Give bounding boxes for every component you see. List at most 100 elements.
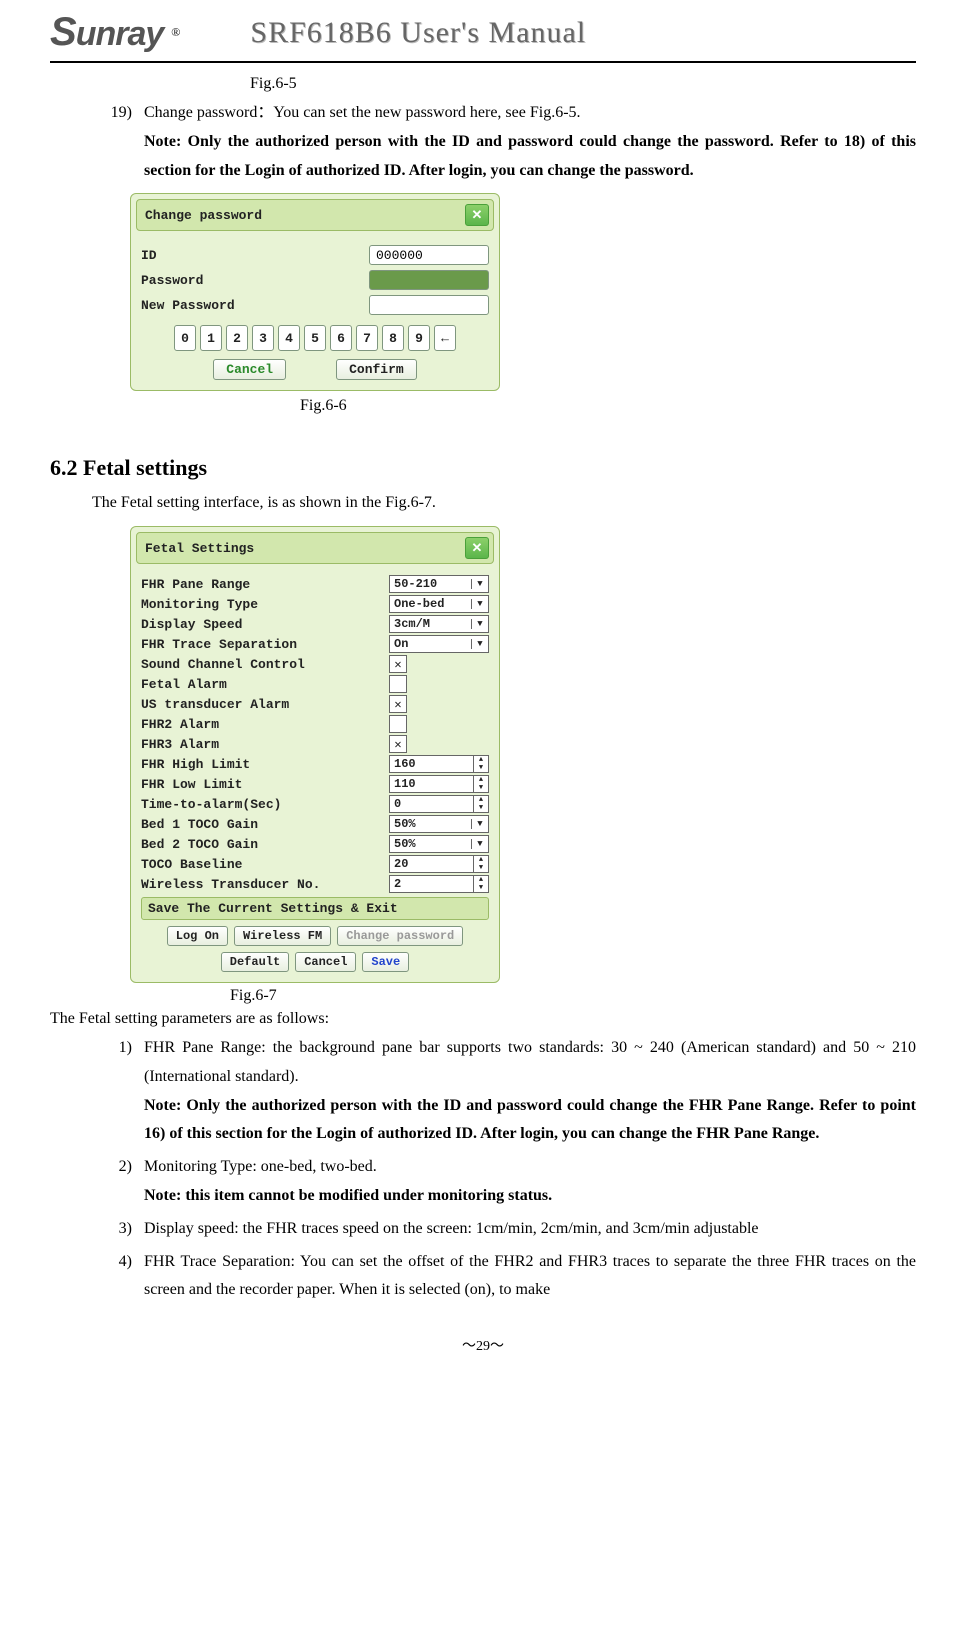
default-button[interactable]: Default — [221, 952, 289, 972]
fetal-spinner[interactable]: 2▲▼ — [389, 875, 489, 893]
param-3: 3) Display speed: the FHR traces speed o… — [92, 1215, 916, 1244]
param-2-note: Note: this item cannot be modified under… — [144, 1182, 916, 1211]
param-2: 2) Monitoring Type: one-bed, two-bed. No… — [92, 1153, 916, 1211]
fetal-label: Sound Channel Control — [141, 657, 389, 672]
fetal-label: US transducer Alarm — [141, 697, 389, 712]
password-input[interactable] — [369, 270, 489, 290]
param-4: 4) FHR Trace Separation: You can set the… — [92, 1248, 916, 1306]
fetal-checkbox[interactable]: ✕ — [389, 655, 407, 673]
fetal-row-14: TOCO Baseline20▲▼ — [141, 855, 489, 873]
key-6[interactable]: 6 — [330, 325, 352, 351]
fetal-label: FHR3 Alarm — [141, 737, 389, 752]
fetal-label: FHR High Limit — [141, 757, 389, 772]
cancel-button[interactable]: Cancel — [213, 359, 286, 380]
list-item-19: 19) Change password：You can set the new … — [92, 99, 916, 185]
key-8[interactable]: 8 — [382, 325, 404, 351]
logo: Sunray — [50, 10, 163, 55]
fetal-select[interactable]: On▼ — [389, 635, 489, 653]
confirm-button[interactable]: Confirm — [336, 359, 417, 380]
close-icon[interactable]: ✕ — [465, 204, 489, 226]
fetal-select[interactable]: 50-210▼ — [389, 575, 489, 593]
chevron-down-icon[interactable]: ▼ — [471, 819, 488, 829]
new-password-input[interactable] — [369, 295, 489, 315]
figure-6-6-caption: Fig.6-6 — [300, 397, 916, 415]
figure-6-7-caption: Fig.6-7 — [230, 987, 916, 1005]
params-intro: The Fetal setting parameters are as foll… — [50, 1005, 916, 1034]
param-3-num: 3) — [92, 1215, 144, 1244]
item-19-note: Note: Only the authorized person with th… — [144, 128, 916, 186]
fetal-select[interactable]: One-bed▼ — [389, 595, 489, 613]
chevron-down-icon[interactable]: ▼ — [471, 619, 488, 629]
id-label: ID — [141, 248, 369, 263]
change-password-window: Change password ✕ ID Password New Passwo… — [130, 193, 500, 391]
fetal-checkbox[interactable]: ✕ — [389, 695, 407, 713]
change-password-title: Change password — [145, 208, 262, 223]
fetal-row-3: FHR Trace SeparationOn▼ — [141, 635, 489, 653]
param-3-text: Display speed: the FHR traces speed on t… — [144, 1220, 759, 1237]
figure-6-5-caption: Fig.6-5 — [250, 75, 916, 93]
fetal-label: FHR Trace Separation — [141, 637, 389, 652]
fetal-checkbox[interactable] — [389, 675, 407, 693]
param-2-num: 2) — [92, 1153, 144, 1211]
key-3[interactable]: 3 — [252, 325, 274, 351]
spinner-arrows-icon[interactable]: ▲▼ — [473, 876, 488, 892]
fetal-checkbox[interactable]: ✕ — [389, 735, 407, 753]
page-header: Sunray ® SRF618B6 User's Manual — [50, 10, 916, 63]
fetal-label: Fetal Alarm — [141, 677, 389, 692]
spinner-arrows-icon[interactable]: ▲▼ — [473, 856, 488, 872]
fetal-row-10: FHR Low Limit110▲▼ — [141, 775, 489, 793]
fetal-label: FHR2 Alarm — [141, 717, 389, 732]
spinner-arrows-icon[interactable]: ▲▼ — [473, 756, 488, 772]
cancel-button[interactable]: Cancel — [295, 952, 356, 972]
chevron-down-icon[interactable]: ▼ — [471, 839, 488, 849]
fetal-spinner[interactable]: 110▲▼ — [389, 775, 489, 793]
param-1: 1) FHR Pane Range: the background pane b… — [92, 1034, 916, 1149]
wireless-fm-button[interactable]: Wireless FM — [234, 926, 331, 946]
fetal-row-2: Display Speed3cm/M▼ — [141, 615, 489, 633]
key-9[interactable]: 9 — [408, 325, 430, 351]
key-7[interactable]: 7 — [356, 325, 378, 351]
fetal-select[interactable]: 3cm/M▼ — [389, 615, 489, 633]
fetal-row-1: Monitoring TypeOne-bed▼ — [141, 595, 489, 613]
close-icon[interactable]: ✕ — [465, 537, 489, 559]
fetal-label: Display Speed — [141, 617, 389, 632]
chevron-down-icon[interactable]: ▼ — [471, 639, 488, 649]
fetal-row-9: FHR High Limit160▲▼ — [141, 755, 489, 773]
key-2[interactable]: 2 — [226, 325, 248, 351]
key-4[interactable]: 4 — [278, 325, 300, 351]
save-exit-bar[interactable]: Save The Current Settings & Exit — [141, 897, 489, 920]
fetal-row-15: Wireless Transducer No.2▲▼ — [141, 875, 489, 893]
fetal-select[interactable]: 50%▼ — [389, 815, 489, 833]
key-0[interactable]: 0 — [174, 325, 196, 351]
fetal-spinner[interactable]: 160▲▼ — [389, 755, 489, 773]
fetal-settings-title: Fetal Settings — [145, 541, 254, 556]
id-input[interactable] — [369, 245, 489, 265]
spinner-arrows-icon[interactable]: ▲▼ — [473, 796, 488, 812]
fetal-spinner[interactable]: 0▲▼ — [389, 795, 489, 813]
key-5[interactable]: 5 — [304, 325, 326, 351]
save-button[interactable]: Save — [362, 952, 409, 972]
keypad: 0 1 2 3 4 5 6 7 8 9 ← — [141, 325, 489, 351]
param-1-num: 1) — [92, 1034, 144, 1149]
fetal-select[interactable]: 50%▼ — [389, 835, 489, 853]
fetal-row-13: Bed 2 TOCO Gain50%▼ — [141, 835, 489, 853]
fetal-settings-window: Fetal Settings ✕ FHR Pane Range50-210▼ Mo… — [130, 526, 500, 983]
key-backspace[interactable]: ← — [434, 325, 456, 351]
item-19-number: 19) — [92, 99, 144, 185]
fetal-row-4: Sound Channel Control✕ — [141, 655, 489, 673]
param-1-note: Note: Only the authorized person with th… — [144, 1092, 916, 1150]
log-on-button[interactable]: Log On — [167, 926, 228, 946]
fetal-spinner[interactable]: 20▲▼ — [389, 855, 489, 873]
fetal-row-8: FHR3 Alarm✕ — [141, 735, 489, 753]
fetal-label: Wireless Transducer No. — [141, 877, 389, 892]
item-19-text: You can set the new password here, see F… — [273, 104, 580, 121]
fetal-checkbox[interactable] — [389, 715, 407, 733]
fetal-label: FHR Pane Range — [141, 577, 389, 592]
chevron-down-icon[interactable]: ▼ — [471, 599, 488, 609]
chevron-down-icon[interactable]: ▼ — [471, 579, 488, 589]
password-label: Password — [141, 273, 369, 288]
item-19-lead: Change password： — [144, 104, 273, 121]
fetal-row-11: Time-to-alarm(Sec)0▲▼ — [141, 795, 489, 813]
spinner-arrows-icon[interactable]: ▲▼ — [473, 776, 488, 792]
key-1[interactable]: 1 — [200, 325, 222, 351]
